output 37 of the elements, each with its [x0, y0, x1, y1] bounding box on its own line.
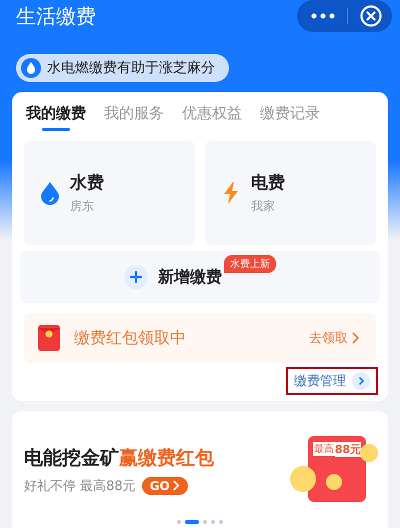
tab[interactable]: 我的缴费 — [26, 98, 86, 133]
cash-gift-row[interactable]: 缴费红包领取中 去领取 — [24, 313, 376, 363]
banner-subtitle: 好礼不停 最高88元 — [24, 478, 136, 494]
carousel-dot[interactable] — [219, 520, 223, 524]
envelope-icon — [38, 325, 60, 351]
bill-account: 我家 — [251, 198, 276, 215]
go-button[interactable]: GO — [142, 476, 188, 494]
promo-banner[interactable]: 电能挖金矿赢缴费红包 好礼不停 最高88元 GO 最高88元 — [12, 411, 388, 528]
add-bill-label: 新增缴费 — [158, 266, 222, 288]
close-icon[interactable] — [360, 5, 382, 27]
promo-pill[interactable]: 水电燃缴费有助于涨芝麻分 — [16, 54, 229, 82]
plus-icon — [124, 265, 148, 289]
chevron-icon — [172, 480, 180, 491]
tab[interactable]: 我的服务 — [104, 98, 164, 133]
carousel-dot[interactable] — [211, 520, 215, 524]
manage-link[interactable]: 缴费管理 — [286, 367, 378, 395]
chevron-icon — [352, 332, 360, 344]
water-drop-icon — [40, 181, 60, 205]
tab[interactable]: 优惠权益 — [182, 98, 242, 133]
carousel-dot[interactable] — [203, 520, 207, 524]
new-badge: 水费上新 — [224, 255, 276, 273]
bill-account: 房东 — [70, 198, 95, 215]
banner-title: 电能挖金矿赢缴费红包 — [24, 446, 215, 470]
bill-card[interactable]: 电费 我家 — [205, 141, 376, 245]
carousel-dot[interactable] — [177, 520, 181, 524]
tab[interactable]: 缴费记录 — [260, 98, 320, 133]
bill-name: 水费 — [70, 172, 104, 194]
water-drop-icon — [21, 58, 41, 78]
cash-gift-text: 缴费红包领取中 — [74, 328, 187, 348]
page-title: 生活缴费 — [16, 2, 96, 30]
claim-link[interactable]: 去领取 — [309, 329, 360, 347]
chevron-icon — [352, 372, 370, 390]
lightning-icon — [221, 181, 241, 205]
bill-name: 电费 — [251, 172, 285, 194]
more-icon[interactable] — [311, 13, 335, 19]
bill-card[interactable]: 水费 房东 — [24, 141, 195, 245]
add-bill-button[interactable]: 新增缴费 水费上新 — [20, 251, 380, 303]
